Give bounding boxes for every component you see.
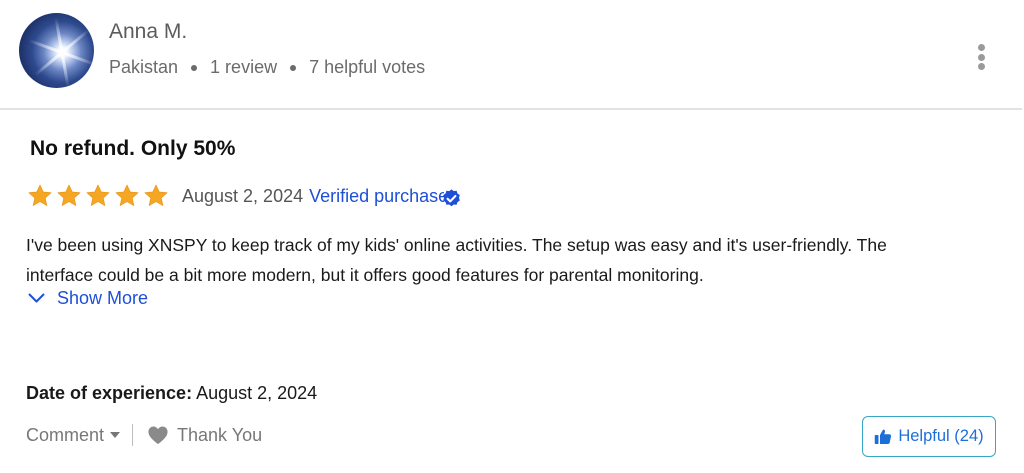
thank-you-label: Thank You: [177, 424, 263, 445]
comment-label: Comment: [26, 424, 105, 445]
rating-row: August 2, 2024 Verified purchase: [27, 182, 460, 210]
avatar[interactable]: [19, 13, 94, 88]
vertical-dots-icon: [977, 44, 985, 51]
reviewer-header: Anna M. Pakistan 1 review 7 helpful vote…: [0, 0, 1022, 110]
reviewer-helpful-votes: 7 helpful votes: [309, 57, 426, 77]
verified-purchase-label: Verified purchase: [309, 185, 445, 206]
review-title: No refund. Only 50%: [30, 137, 236, 160]
more-options-button[interactable]: [970, 40, 992, 74]
helpful-label: Helpful (24): [898, 427, 984, 445]
verified-purchase-badge[interactable]: Verified purchase: [309, 185, 460, 207]
date-of-experience: Date of experience: August 2, 2024: [26, 383, 317, 404]
action-divider: [132, 424, 134, 446]
reviewer-name[interactable]: Anna M.: [109, 20, 187, 44]
helpful-button[interactable]: Helpful (24): [862, 416, 996, 457]
show-more-button[interactable]: Show More: [28, 288, 148, 309]
caret-down-icon: [110, 432, 121, 438]
review-date: August 2, 2024: [182, 185, 304, 206]
reviewer-review-count: 1 review: [210, 57, 278, 77]
check-badge-icon: [443, 189, 460, 207]
review-body: I've been using XNSPY to keep track of m…: [26, 235, 887, 285]
dot-separator: [191, 64, 198, 71]
thank-you-button[interactable]: Thank You: [147, 425, 262, 446]
show-more-label: Show More: [57, 288, 149, 308]
star-icon: [144, 184, 168, 206]
star-icon: [115, 184, 139, 206]
dot-separator: [290, 64, 297, 71]
comment-button[interactable]: Comment: [26, 424, 121, 446]
experience-label: Date of experience:: [26, 383, 193, 403]
experience-date: August 2, 2024: [196, 383, 318, 403]
star-icon: [86, 184, 110, 206]
star-icon: [57, 184, 81, 206]
heart-icon: [148, 426, 168, 445]
thumbs-up-icon: [875, 429, 892, 444]
star-rating: [27, 183, 172, 209]
reviewer-meta: Pakistan 1 review 7 helpful votes: [109, 57, 425, 78]
star-icon: [28, 184, 52, 206]
reviewer-country: Pakistan: [109, 57, 179, 77]
chevron-down-icon: [28, 293, 45, 303]
review-actions: Comment Thank You: [26, 424, 262, 446]
